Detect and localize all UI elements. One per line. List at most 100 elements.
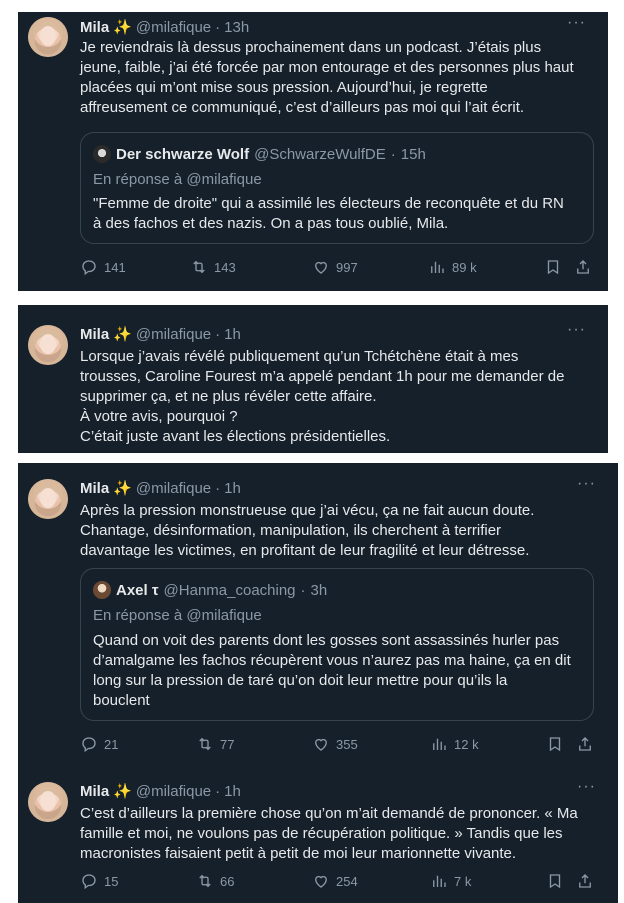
action-bar: 15 66 254 7 k: [80, 872, 606, 892]
avatar[interactable]: [28, 325, 68, 365]
tweet-line: supprimer ça, et ne plus révéler cette a…: [80, 388, 377, 405]
tweet-text: Je reviendrais là dessus prochainement d…: [80, 38, 574, 118]
views-icon: [433, 738, 446, 750]
tweet-text: C’est d’ailleurs la première chose qu’on…: [80, 804, 578, 864]
quoted-tweet[interactable]: Axel τ @Hanma_coaching · 3h En réponse à…: [80, 568, 594, 721]
view-count: 89 k: [452, 259, 477, 275]
like-count: 355: [336, 736, 358, 752]
more-options-button[interactable]: ···: [567, 321, 586, 339]
timestamp[interactable]: 1h: [224, 783, 241, 800]
separator: ·: [215, 782, 221, 800]
like-button[interactable]: 997: [312, 258, 358, 276]
retweet-count: 143: [214, 259, 236, 275]
tweet-text: Après la pression monstrueuse que j’ai v…: [80, 501, 534, 561]
sparkle-emoji: ✨: [113, 480, 132, 497]
views-button[interactable]: 12 k: [430, 735, 479, 753]
retweet-count: 77: [220, 736, 235, 752]
more-options-button[interactable]: ···: [577, 475, 596, 493]
quoted-author-handle: @SchwarzeWulfDE: [254, 145, 386, 163]
tweet-header: Mila ✨ @milafique · 1h: [80, 782, 241, 801]
bookmark-button[interactable]: [546, 872, 564, 890]
tweet-line: À votre avis, pourquoi ?: [80, 408, 238, 425]
share-icon: [577, 260, 589, 274]
views-icon: [433, 875, 446, 887]
views-button[interactable]: 7 k: [430, 872, 471, 890]
quoted-author-name: Der schwarze Wolf: [116, 145, 250, 163]
tweet-card-2: Mila ✨ @milafique · 1h ··· Lorsque j’ava…: [18, 305, 608, 453]
author-name[interactable]: Mila: [80, 19, 109, 36]
quoted-line: Quand on voit des parents dont les gosse…: [93, 632, 560, 649]
tweet-line: C’est d’ailleurs la première chose qu’on…: [80, 805, 578, 822]
tweet-line: davantage les victimes, en profitant de …: [80, 542, 530, 559]
reply-button[interactable]: 141: [80, 258, 126, 276]
quoted-line: bouclent: [93, 692, 150, 709]
sparkle-emoji: ✨: [113, 19, 132, 36]
author-name[interactable]: Mila: [80, 783, 109, 800]
retweet-icon: [193, 260, 205, 274]
reply-button[interactable]: 21: [80, 735, 118, 753]
bookmark-icon: [549, 737, 561, 752]
timestamp[interactable]: 1h: [224, 326, 241, 343]
avatar[interactable]: [28, 782, 68, 822]
tweet-line: famille et moi, ne voulons pas de récupé…: [80, 825, 563, 842]
retweet-button[interactable]: 66: [196, 872, 234, 890]
bookmark-button[interactable]: [544, 258, 562, 276]
tweet-line: trousses, Caroline Fourest m’a appelé pe…: [80, 368, 565, 385]
tweet-line: affreusement ce communiqué, c’est d’aill…: [80, 99, 525, 116]
timestamp[interactable]: 13h: [224, 19, 249, 36]
like-count: 254: [336, 873, 358, 889]
tweet-card-1: Mila ✨ @milafique · 13h ··· Je reviendra…: [18, 12, 608, 291]
more-options-button[interactable]: ···: [567, 14, 586, 32]
tweet-line: Après la pression monstrueuse que j’ai v…: [80, 502, 535, 519]
quoted-author-name: Axel τ: [116, 581, 159, 599]
retweet-icon: [199, 874, 211, 888]
author-handle[interactable]: @milafique: [136, 783, 211, 800]
sparkle-emoji: ✨: [113, 326, 132, 343]
bookmark-button[interactable]: [546, 735, 564, 753]
avatar[interactable]: [28, 17, 68, 57]
tweet-header: Mila ✨ @milafique · 13h: [80, 18, 249, 37]
author-handle[interactable]: @milafique: [136, 326, 211, 343]
like-button[interactable]: 355: [312, 735, 358, 753]
quoted-header: Der schwarze Wolf @SchwarzeWulfDE · 15h: [93, 145, 426, 163]
tweet-line: jeune, faible, j’ai été forcée par mon e…: [80, 59, 574, 76]
reply-icon: [82, 737, 96, 753]
author-handle[interactable]: @milafique: [136, 19, 211, 36]
quoted-line: à des fachos et des nazis. On a pas tous…: [93, 215, 449, 232]
quoted-text: "Femme de droite" qui a assimilé les éle…: [93, 194, 564, 234]
view-count: 7 k: [454, 873, 472, 889]
tweet-line: macronistes faisaient petit à petit de m…: [80, 845, 517, 862]
tweet-line: placées qui m’ont mise sous pression. Au…: [80, 79, 488, 96]
quoted-line: d’amalgame les fachos récupèrent vous n’…: [93, 652, 571, 669]
timestamp[interactable]: 1h: [224, 480, 241, 497]
more-options-button[interactable]: ···: [577, 778, 596, 796]
quoted-avatar: [93, 145, 111, 163]
retweet-button[interactable]: 77: [196, 735, 234, 753]
share-button[interactable]: [574, 258, 592, 276]
avatar[interactable]: [28, 479, 68, 519]
reply-button[interactable]: 15: [80, 872, 118, 890]
action-bar: 141 143 997 89 k: [80, 258, 596, 278]
quoted-tweet[interactable]: Der schwarze Wolf @SchwarzeWulfDE · 15h …: [80, 132, 594, 244]
action-bar: 21 77 355 12 k: [80, 735, 606, 755]
tweet-line: Chantage, désinformation, manipulation, …: [80, 522, 502, 539]
author-handle[interactable]: @milafique: [136, 480, 211, 497]
tweet-text: Lorsque j’avais révélé publiquement qu’u…: [80, 347, 564, 447]
tweet-line: Je reviendrais là dessus prochainement d…: [80, 39, 542, 56]
author-name[interactable]: Mila: [80, 480, 109, 497]
retweet-count: 66: [220, 873, 235, 889]
author-name[interactable]: Mila: [80, 326, 109, 343]
reply-context: En réponse à @milafique: [93, 171, 262, 188]
like-button[interactable]: 254: [312, 872, 358, 890]
reply-context: En réponse à @milafique: [93, 607, 262, 624]
retweet-button[interactable]: 143: [190, 258, 236, 276]
share-button[interactable]: [576, 735, 594, 753]
separator: ·: [215, 18, 221, 36]
views-button[interactable]: 89 k: [428, 258, 477, 276]
share-button[interactable]: [576, 872, 594, 890]
bookmark-icon: [547, 260, 559, 275]
view-count: 12 k: [454, 736, 479, 752]
reply-icon: [82, 260, 96, 276]
quoted-timestamp: 15h: [400, 145, 426, 163]
reply-icon: [82, 874, 96, 890]
